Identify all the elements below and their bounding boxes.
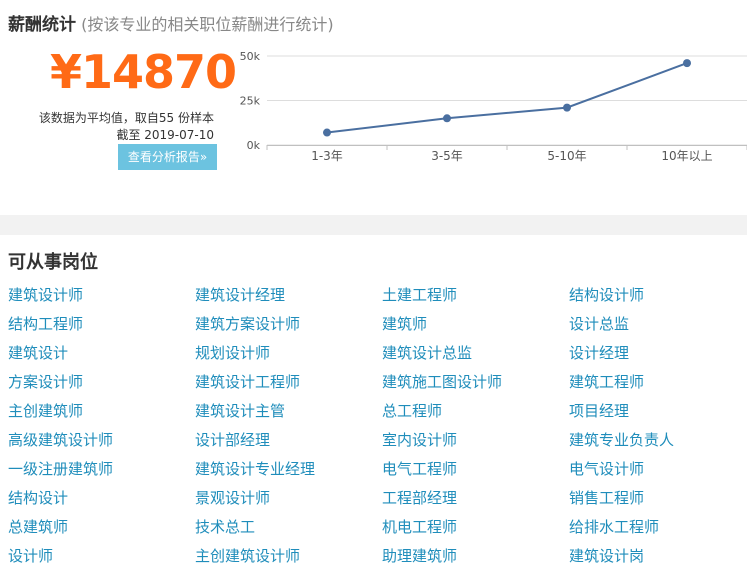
position-link[interactable]: 建筑设计师 (0, 281, 187, 310)
position-link[interactable]: 土建工程师 (374, 281, 561, 310)
data-point[interactable] (683, 59, 691, 68)
salary-title-row: 薪酬统计 (按该专业的相关职位薪酬进行统计) (8, 10, 334, 35)
position-link[interactable]: 技术总工 (187, 513, 374, 542)
position-link[interactable]: 建筑方案设计师 (187, 310, 374, 339)
position-link[interactable]: 建筑设计经理 (187, 281, 374, 310)
position-link[interactable]: 总工程师 (374, 397, 561, 426)
position-link[interactable]: 建筑设计总监 (374, 339, 561, 368)
position-link[interactable]: 结构设计 (0, 484, 187, 513)
position-link[interactable]: 助理建筑师 (374, 542, 561, 571)
position-link[interactable]: 规划设计师 (187, 339, 374, 368)
position-link[interactable]: 建筑设计专业经理 (187, 455, 374, 484)
position-link[interactable]: 销售工程师 (561, 484, 747, 513)
data-point[interactable] (563, 103, 571, 112)
x-tick-label: 10年以上 (661, 149, 712, 163)
salary-chart: 0k 25k 50k 1-3年 3-5年 5-10年 10年以上 (230, 44, 747, 168)
view-report-button[interactable]: 查看分析报告» (118, 144, 217, 170)
position-link[interactable]: 主创建筑设计师 (187, 542, 374, 571)
position-link[interactable]: 设计经理 (561, 339, 747, 368)
position-link[interactable]: 给排水工程师 (561, 513, 747, 542)
y-tick-label: 0k (247, 139, 261, 152)
y-tick-label: 50k (240, 50, 261, 63)
position-link[interactable]: 建筑施工图设计师 (374, 368, 561, 397)
date-note: 截至 2019-07-10 (116, 128, 214, 142)
data-point[interactable] (323, 128, 331, 137)
salary-subtitle: (按该专业的相关职位薪酬进行统计) (81, 15, 334, 34)
position-link[interactable]: 机电工程师 (374, 513, 561, 542)
sample-note: 该数据为平均值，取自55 份样本 (38, 111, 214, 125)
data-point[interactable] (443, 114, 451, 123)
y-tick-label: 25k (240, 95, 261, 108)
salary-title: 薪酬统计 (8, 15, 76, 35)
x-tick-label: 5-10年 (547, 149, 586, 163)
position-link[interactable]: 高级建筑设计师 (0, 426, 187, 455)
position-link[interactable]: 室内设计师 (374, 426, 561, 455)
position-link[interactable]: 结构工程师 (0, 310, 187, 339)
position-link[interactable]: 结构设计师 (561, 281, 747, 310)
position-link[interactable]: 建筑设计工程师 (187, 368, 374, 397)
position-link[interactable]: 设计部经理 (187, 426, 374, 455)
salary-line-chart: 0k 25k 50k 1-3年 3-5年 5-10年 10年以上 (240, 50, 747, 163)
position-link[interactable]: 景观设计师 (187, 484, 374, 513)
position-link[interactable]: 主创建筑师 (0, 397, 187, 426)
x-tick-label: 1-3年 (311, 149, 343, 163)
position-link[interactable]: 建筑工程师 (561, 368, 747, 397)
position-link[interactable]: 建筑师 (374, 310, 561, 339)
position-link[interactable]: 建筑设计 (0, 339, 187, 368)
position-link[interactable]: 方案设计师 (0, 368, 187, 397)
x-tick-label: 3-5年 (431, 149, 463, 163)
position-link[interactable]: 一级注册建筑师 (0, 455, 187, 484)
position-link[interactable]: 设计师 (0, 542, 187, 571)
position-link[interactable]: 电气工程师 (374, 455, 561, 484)
positions-list: 建筑设计师 建筑设计经理 土建工程师 结构设计师结构工程师 建筑方案设计师 建筑师 设计总监… (0, 281, 747, 571)
series-line (326, 62, 688, 134)
average-salary: ¥14870 (50, 45, 237, 99)
position-link[interactable]: 项目经理 (561, 397, 747, 426)
position-link[interactable]: 建筑设计主管 (187, 397, 374, 426)
position-link[interactable]: 工程部经理 (374, 484, 561, 513)
position-link[interactable]: 总建筑师 (0, 513, 187, 542)
positions-title: 可从事岗位 (8, 252, 98, 273)
section-divider (0, 215, 747, 235)
position-link[interactable]: 建筑专业负责人 (561, 426, 747, 455)
position-link[interactable]: 设计总监 (561, 310, 747, 339)
position-link[interactable]: 电气设计师 (561, 455, 747, 484)
position-link[interactable]: 建筑设计岗 (561, 542, 747, 571)
